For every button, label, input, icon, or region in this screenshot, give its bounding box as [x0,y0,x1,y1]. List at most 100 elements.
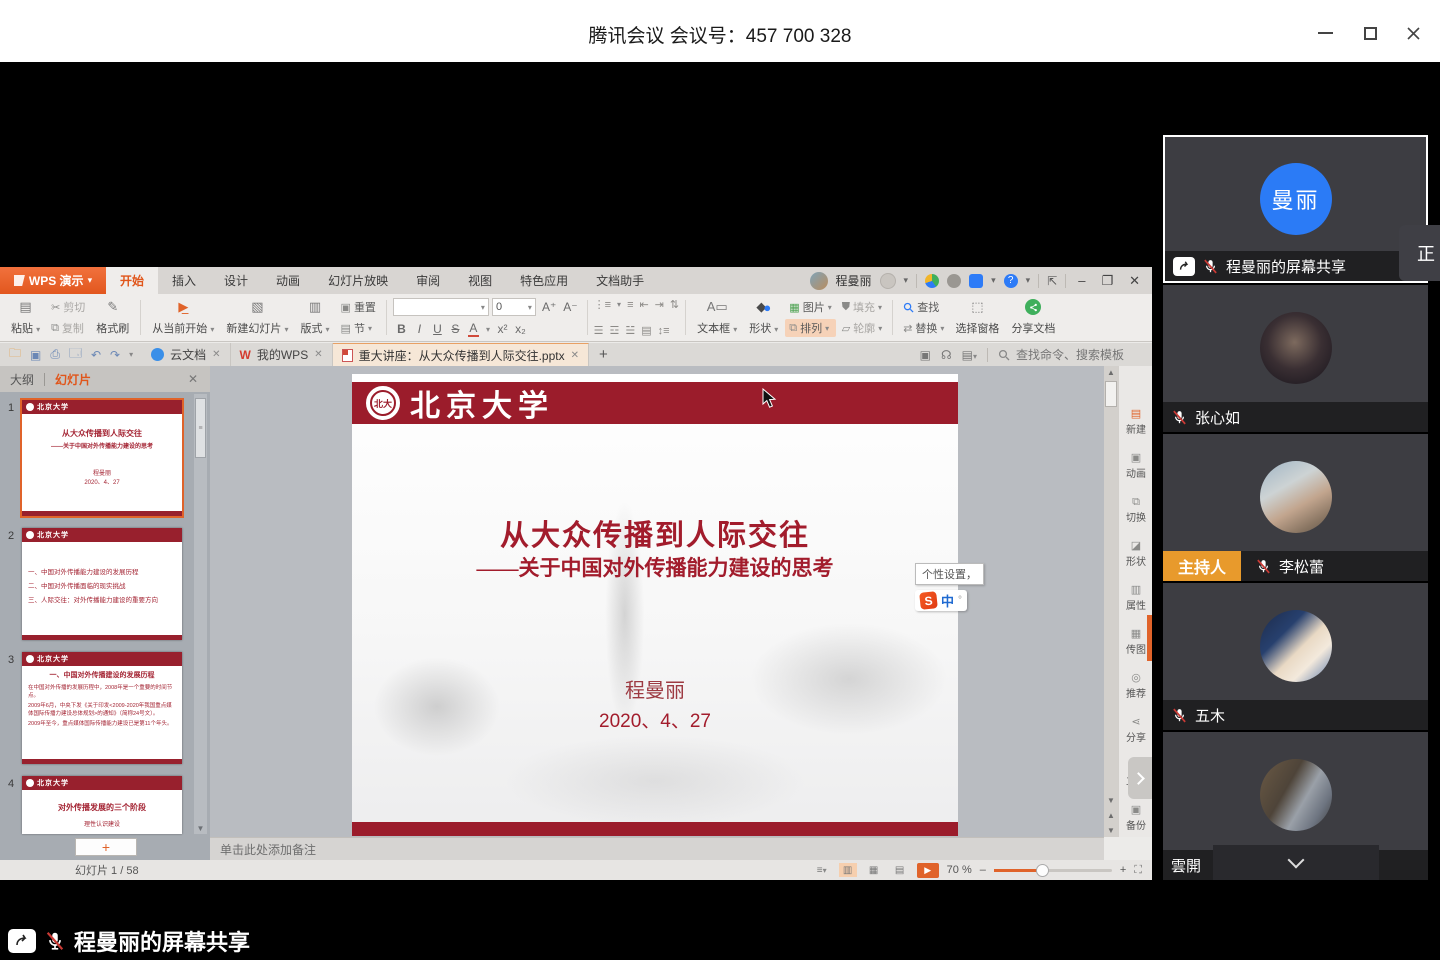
italic-button[interactable]: I [414,322,425,336]
font-size-combo[interactable]: 0▾ [492,298,536,316]
close-panel-icon[interactable]: ✕ [188,372,210,386]
chevron-down-icon[interactable]: ▾ [486,325,490,334]
message-icon[interactable]: ▣ [920,348,931,362]
edge-flyout[interactable]: 正 [1399,225,1440,281]
tab-view[interactable]: 视图 [454,267,506,294]
subscript-button[interactable]: x₂ [515,322,526,336]
close-tab-icon[interactable]: ✕ [314,349,322,360]
chevron-down-icon[interactable]: ▾ [129,350,133,359]
next-slide-icon[interactable]: ▼ [1104,824,1118,837]
tab-outline[interactable]: 大纲 [0,371,44,388]
panel-scrollbar-thumb[interactable]: ≡ [195,398,206,458]
maximize-button[interactable] [1355,22,1385,44]
fit-slide-icon[interactable]: ⛶ [1134,864,1142,877]
numbering-button[interactable]: ≡ [627,299,633,311]
bullets-button[interactable]: ⋮≡ [594,298,611,311]
minimize-button[interactable] [1310,22,1340,44]
wps-minimize-button[interactable]: – [1074,273,1089,288]
section-button[interactable]: ▤节▾ [337,319,380,337]
save-icon[interactable]: ▣ [30,348,41,362]
normal-view-button[interactable]: ▥ [839,863,857,877]
align-left-button[interactable]: ☰ [594,324,604,337]
sogou-ime-bar[interactable]: S 中 ° [915,590,967,611]
scroll-down-icon[interactable]: ▼ [1104,794,1118,807]
tab-animation[interactable]: 动画 [262,267,314,294]
scroll-up-icon[interactable]: ▲ [1104,366,1118,379]
ime-punct-icon[interactable]: ° [958,595,962,606]
add-slide-button[interactable]: + [75,838,137,856]
tool-share[interactable]: ⋖分享 [1119,710,1153,750]
new-slide-button[interactable]: ▧ 新建幻灯片 ▾ [221,296,293,339]
tab-slideshow[interactable]: 幻灯片放映 [314,267,402,294]
align-center-button[interactable]: ☲ [610,324,620,337]
undo-icon[interactable]: ↶ [91,348,101,362]
main-scrollbar[interactable]: ▲ ▼ ▲ ▼ [1104,366,1118,837]
main-scrollbar-thumb[interactable] [1105,381,1117,407]
notes-area[interactable]: 单击此处添加备注 [210,837,1104,860]
tool-transition[interactable]: ⧉切换 [1119,490,1153,530]
justify-button[interactable]: ▤ [641,324,651,337]
slide-canvas[interactable]: 北大 北京大学 从大众传播到人际交往 ——关于中国对外传播能力建设的思考 程曼丽… [210,366,1104,837]
doc-tab-presentation[interactable]: 重大讲座：从大众传播到人际交往.pptx ✕ [333,343,589,366]
panel-collapse-handle[interactable] [1128,757,1152,799]
close-button[interactable] [1398,22,1428,44]
slide-thumbnail-2[interactable]: 2 北京大学 一、中国对外传播能力建设的发展历程 二、中国对外传播面临的现实挑战… [22,528,182,640]
skin-icon[interactable] [969,274,983,288]
zoom-out-button[interactable]: – [980,864,986,876]
tool-backup[interactable]: ▣备份 [1119,798,1153,838]
wps-close-button[interactable]: ✕ [1125,273,1144,289]
hide-ribbon-icon[interactable]: ⇱ [1047,274,1057,288]
pin-icon[interactable]: ☊ [941,348,952,362]
fill-button[interactable]: ⛊填充▾ [838,298,886,316]
superscript-button[interactable]: x² [497,322,508,336]
zoom-slider-thumb[interactable] [1036,864,1049,877]
list-icon[interactable]: ▤▾ [962,348,977,362]
wps-cloud-icon[interactable] [925,274,939,288]
redo-icon[interactable]: ↷ [110,348,120,362]
zoom-in-button[interactable]: + [1120,864,1126,876]
collapse-participants-button[interactable] [1213,845,1379,880]
output-icon[interactable]: ⎙ [50,347,60,362]
layout-button[interactable]: ▥ 版式 ▾ [295,296,334,339]
ime-mode-toggle[interactable]: 中 [941,591,954,610]
wps-restore-button[interactable]: ❐ [1097,273,1117,289]
doc-tab-mywps[interactable]: W 我的WPS ✕ [231,343,333,366]
grow-font-button[interactable]: A⁺ [542,300,556,314]
text-box-button[interactable]: A▭ 文本框 ▾ [692,296,742,339]
strikethrough-button[interactable]: S [450,322,461,336]
chevron-down-icon[interactable]: ▾ [991,275,996,286]
slide-thumbnail-3[interactable]: 3 北京大学 一、中国对外传播建设的发展历程 在中国对外传播的发展历程中，200… [22,652,182,764]
tool-recommend[interactable]: ◎推荐 [1119,666,1153,706]
participant-tile[interactable]: 五木 [1163,583,1428,730]
outline-button[interactable]: ▱轮廓▾ [838,319,886,337]
reading-view-button[interactable]: ▤ [891,863,909,877]
participant-tile-sharer[interactable]: 曼丽 程曼丽的屏幕共享 [1163,135,1428,283]
find-button[interactable]: 查找 [899,298,948,316]
tab-special-apps[interactable]: 特色应用 [506,267,582,294]
font-color-button[interactable]: A [468,321,479,337]
current-slide[interactable]: 北大 北京大学 从大众传播到人际交往 ——关于中国对外传播能力建设的思考 程曼丽… [352,374,958,836]
account-name[interactable]: 程曼丽 [836,272,872,289]
previous-slide-icon[interactable]: ▲ [1104,809,1118,822]
cut-button[interactable]: ✂剪切 [47,298,89,316]
paste-button[interactable]: ▤ 粘贴 ▾ [6,296,45,339]
slide-sorter-button[interactable]: ▦ [865,863,883,877]
tab-design[interactable]: 设计 [210,267,262,294]
print-preview-icon[interactable]: 🗔 [69,344,82,365]
zoom-slider[interactable] [994,869,1112,872]
slideshow-play-button[interactable]: ▶ [917,863,939,878]
replace-button[interactable]: ⇄替换▾ [899,319,948,337]
text-direction-button[interactable]: ⇅ [670,298,679,311]
command-search[interactable] [998,347,1144,363]
command-search-input[interactable] [1014,347,1144,363]
slide-thumbnail-1[interactable]: 1 北京大学 从大众传播到人际交往 ——关于中国对外传播能力建设的思考 程曼丽 … [22,400,182,516]
tab-review[interactable]: 审阅 [402,267,454,294]
tab-insert[interactable]: 插入 [158,267,210,294]
member-badge-icon[interactable] [880,273,896,289]
tab-doc-assistant[interactable]: 文档助手 [582,267,658,294]
close-tab-icon[interactable]: ✕ [571,350,579,361]
picture-button[interactable]: ▦图片▾ [785,298,835,316]
slide-thumbnail-4[interactable]: 4 北京大学 对外传播发展的三个阶段 理性认识建设 [22,776,182,834]
open-folder-icon[interactable]: 🗀 [9,344,21,365]
account-avatar[interactable] [810,272,828,290]
